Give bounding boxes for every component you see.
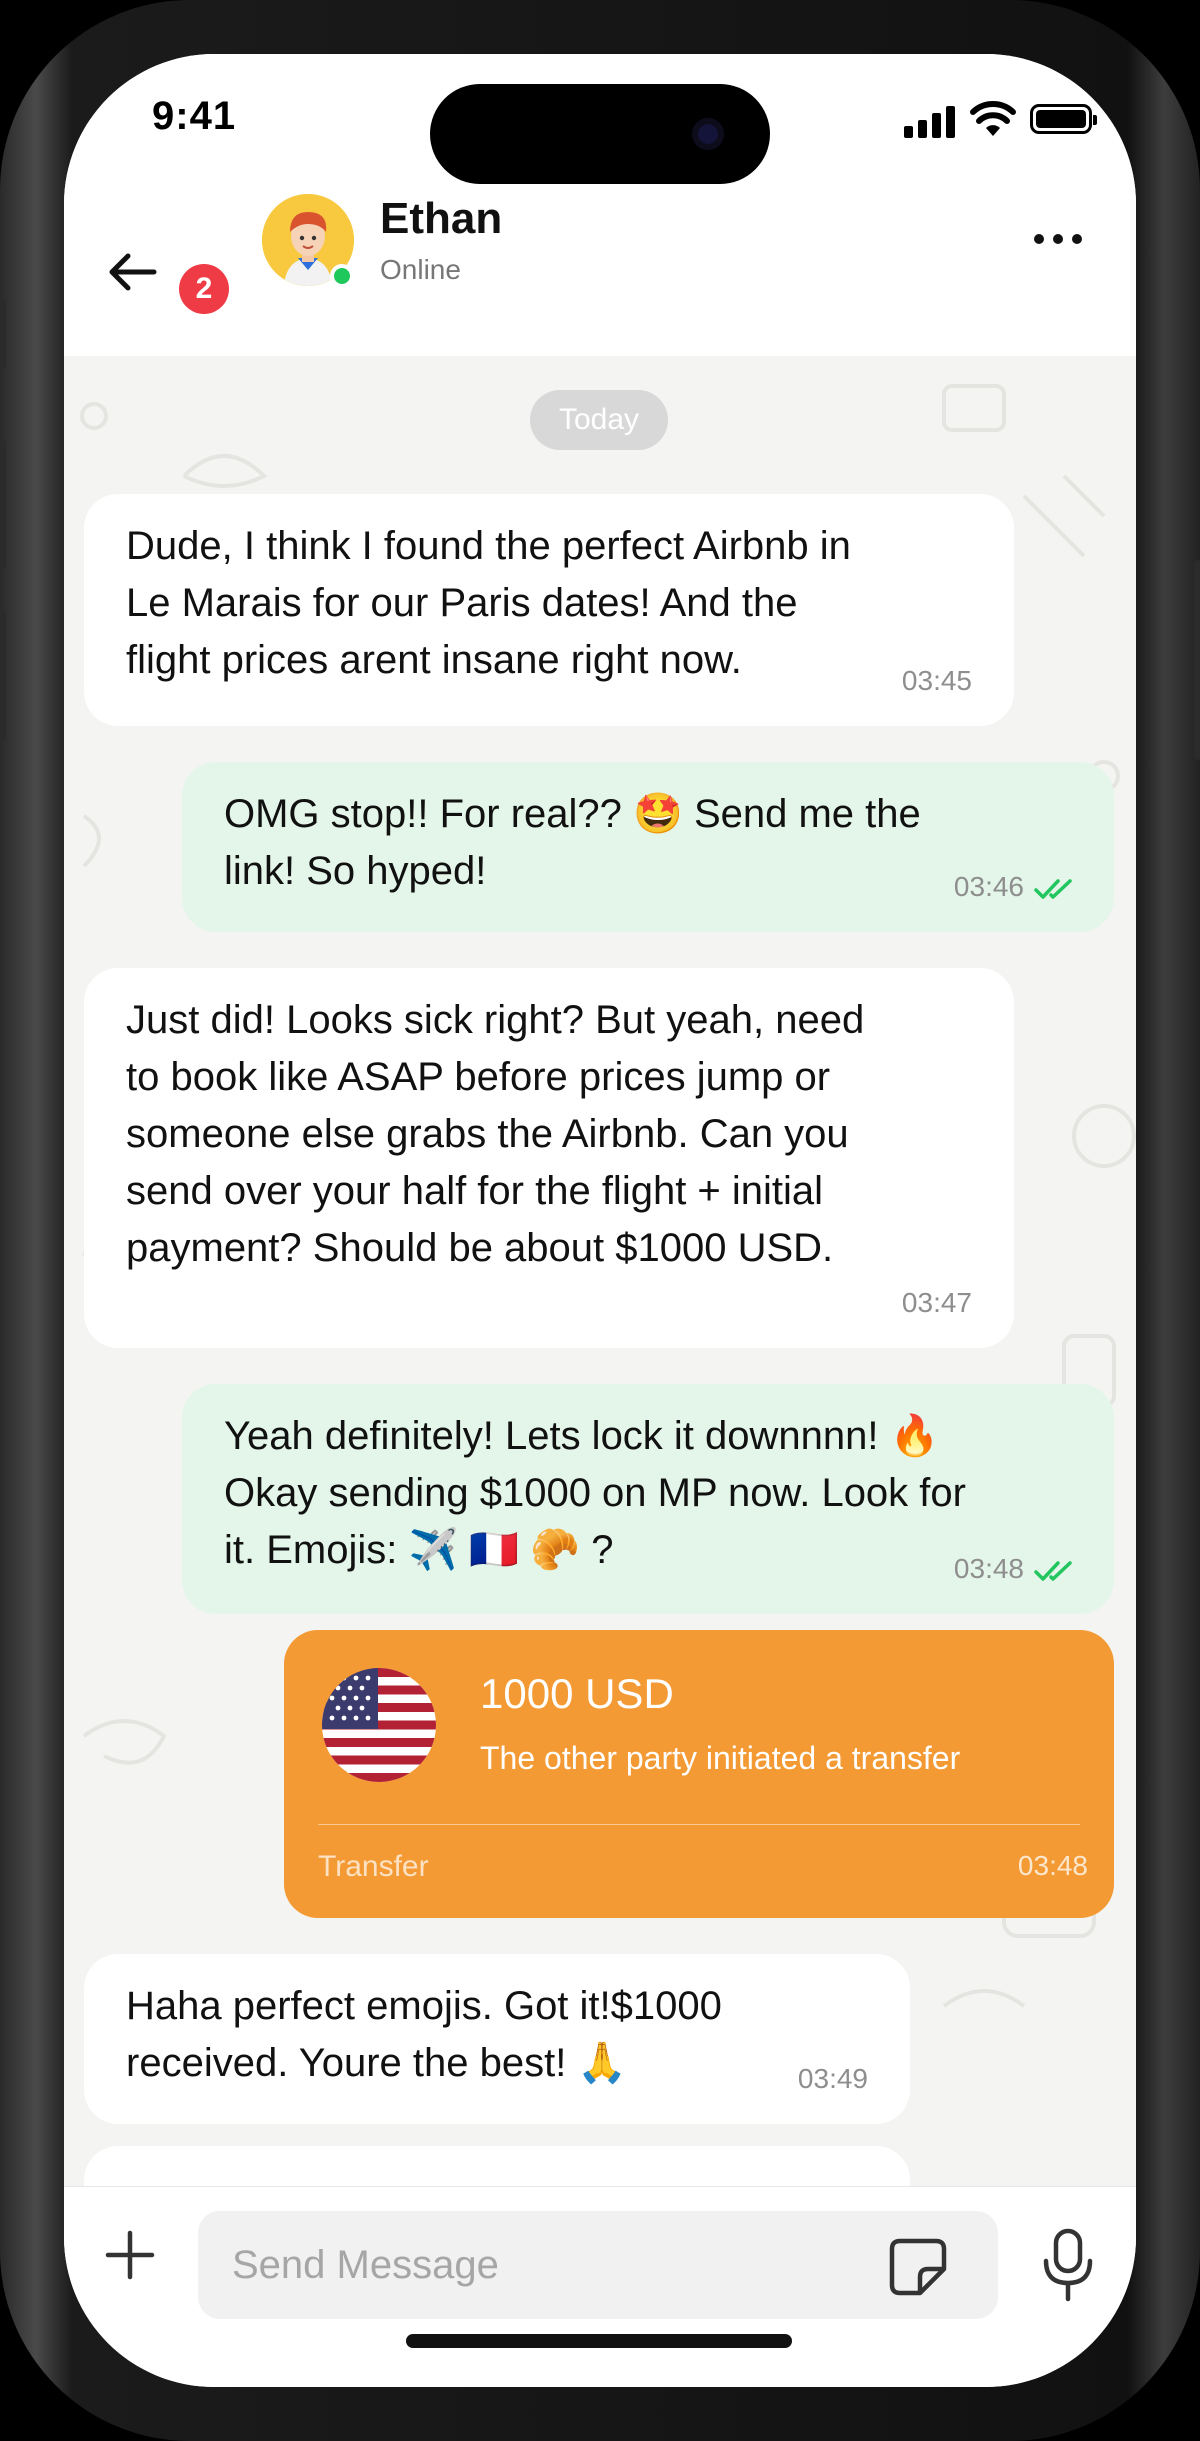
message-text: Dude, I think I found the perfect Airbnb… [126, 524, 851, 682]
back-button[interactable] [104, 244, 160, 300]
read-receipt-icon [1034, 1561, 1072, 1581]
read-receipt-icon [1034, 879, 1072, 899]
sticker-icon[interactable] [886, 2235, 950, 2299]
more-options-button[interactable] [1034, 224, 1094, 254]
battery-icon [1030, 104, 1097, 134]
phone-power-button [1194, 560, 1200, 760]
wifi-icon [970, 101, 1016, 136]
message-bubble-outgoing[interactable]: OMG stop!! For real?? 🤩 Send me the link… [182, 762, 1114, 932]
home-indicator[interactable] [406, 2334, 792, 2348]
contact-name[interactable]: Ethan [380, 194, 502, 244]
transfer-card[interactable]: 1000 USD The other party initiated a tra… [284, 1630, 1114, 1918]
microphone-icon[interactable] [1038, 2227, 1098, 2303]
plus-icon[interactable] [102, 2227, 158, 2283]
message-time: 03:45 [901, 665, 972, 696]
message-bubble-incoming[interactable]: Dude, I think I found the perfect Airbnb… [84, 494, 1014, 726]
message-text: Just did! Looks sick right? But yeah, ne… [126, 998, 865, 1270]
message-composer [64, 2186, 1136, 2387]
message-time: 03:46 [953, 871, 1024, 902]
chat-header [64, 184, 1136, 357]
status-time: 9:41 [152, 94, 237, 138]
message-time: 03:48 [953, 1553, 1024, 1584]
signal-icon [904, 104, 960, 138]
phone-screen: 9:41 2 Ethan Online Today Dude, I think … [64, 54, 1136, 2387]
message-bubble-outgoing[interactable]: Yeah definitely! Lets lock it downnnn! 🔥… [182, 1384, 1114, 1614]
message-bubble-incoming[interactable]: Haha perfect emojis. Got it!$1000 receiv… [84, 1954, 910, 2124]
phone-volume-up [0, 440, 6, 570]
more-dot [1034, 234, 1044, 244]
date-separator: Today [530, 390, 668, 450]
dynamic-island [430, 84, 770, 184]
contact-status: Online [380, 254, 461, 285]
transfer-divider [318, 1824, 1080, 1825]
message-text: Yeah definitely! Lets lock it downnnn! 🔥… [224, 1414, 966, 1572]
message-text: OMG stop!! For real?? 🤩 Send me the link… [224, 792, 921, 893]
transfer-time: 03:48 [1017, 1850, 1088, 1881]
message-time: 03:49 [797, 2063, 868, 2094]
online-status-dot [330, 264, 354, 288]
message-text: Haha perfect emojis. Got it!$1000 receiv… [126, 1984, 722, 2085]
transfer-label: Transfer [318, 1850, 429, 1883]
phone-frame: 9:41 2 Ethan Online Today Dude, I think … [0, 0, 1200, 2441]
transfer-amount: 1000 USD [480, 1670, 674, 1717]
message-bubble-incoming-partial[interactable] [84, 2146, 910, 2186]
message-input[interactable] [198, 2211, 998, 2319]
phone-volume-down [0, 610, 6, 740]
message-time: 03:47 [901, 1287, 972, 1318]
chat-area[interactable]: Today Dude, I think I found the perfect … [64, 356, 1136, 2186]
phone-silent-switch [0, 300, 6, 370]
message-bubble-incoming[interactable]: Just did! Looks sick right? But yeah, ne… [84, 968, 1014, 1348]
front-camera [692, 118, 724, 150]
transfer-description: The other party initiated a transfer [480, 1740, 961, 1776]
more-dot [1072, 234, 1082, 244]
us-flag-icon [322, 1668, 436, 1782]
status-bar: 9:41 [64, 54, 1136, 184]
unread-badge: 2 [179, 264, 229, 314]
more-dot [1053, 234, 1063, 244]
